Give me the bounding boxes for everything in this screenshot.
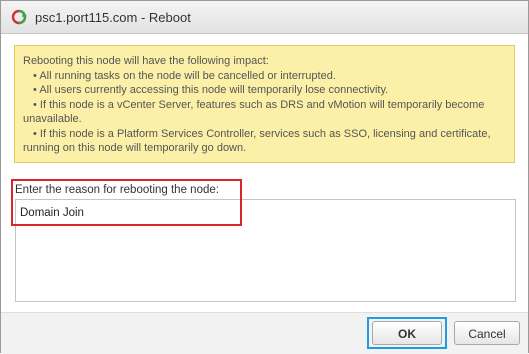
warning-intro: Rebooting this node will have the follow… [23, 55, 269, 67]
title-bar[interactable]: psc1.port115.com - Reboot [1, 1, 528, 34]
ok-button[interactable]: OK [372, 321, 442, 345]
reboot-icon [11, 9, 27, 25]
impact-warning: Rebooting this node will have the follow… [14, 45, 515, 163]
cancel-button[interactable]: Cancel [454, 321, 520, 345]
dialog-footer [1, 312, 528, 354]
warning-bullet: • If this node is a Platform Services Co… [23, 127, 491, 155]
reason-label: Enter the reason for rebooting the node: [15, 184, 219, 196]
warning-bullet: • If this node is a vCenter Server, feat… [23, 98, 485, 126]
warning-bullet: • All running tasks on the node will be … [33, 69, 336, 82]
reason-input[interactable]: Domain Join [15, 199, 516, 302]
warning-bullet: • All users currently accessing this nod… [33, 84, 389, 96]
dialog-title: psc1.port115.com - Reboot [35, 10, 191, 25]
reboot-dialog: psc1.port115.com - Reboot Rebooting this… [0, 0, 529, 354]
